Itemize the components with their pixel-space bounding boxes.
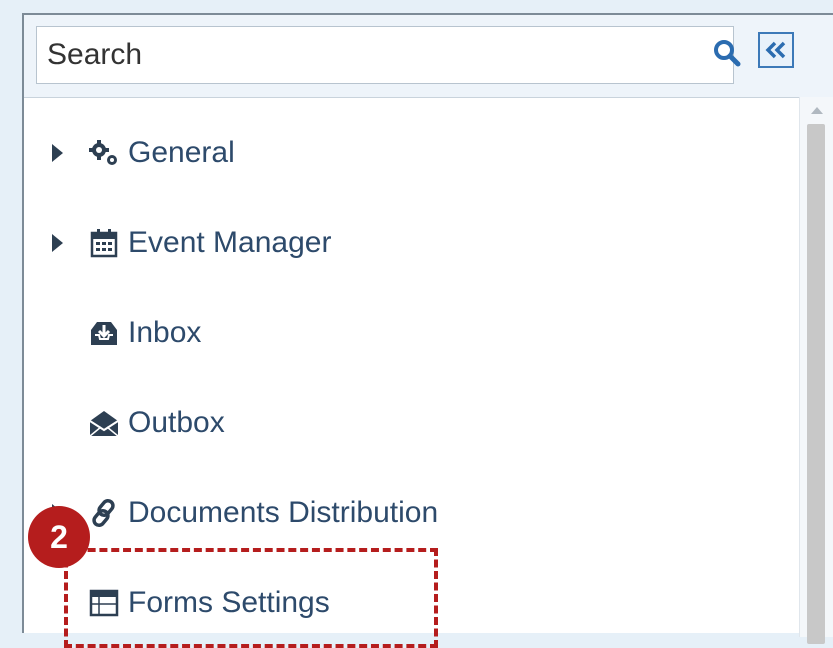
collapse-panel-button[interactable]	[758, 32, 794, 68]
tree-item-label: General	[128, 136, 235, 169]
tree-item-label: Outbox	[128, 406, 225, 439]
search-icon	[714, 40, 741, 67]
gears-icon	[84, 133, 124, 173]
tree-item-label: Documents Distribution	[128, 496, 439, 529]
envelope-open-icon	[84, 403, 124, 443]
tree-item-label: Inbox	[128, 316, 202, 349]
step-badge: 2	[28, 506, 90, 568]
highlight-annotation-box	[64, 548, 438, 648]
search-button[interactable]	[709, 28, 745, 78]
calendar-icon	[84, 223, 124, 263]
search-input[interactable]	[36, 26, 734, 84]
tree-item-label: Event Manager	[128, 226, 332, 259]
tree-item-general[interactable]: General	[24, 123, 784, 183]
link-icon	[84, 493, 124, 533]
navigation-panel: General Event Manager	[22, 13, 833, 644]
expand-caret-icon[interactable]	[52, 144, 63, 162]
search-bar	[24, 15, 833, 98]
inbox-icon	[84, 313, 124, 353]
vertical-scrollbar[interactable]	[799, 97, 833, 644]
tree-item-inbox[interactable]: Inbox	[24, 303, 784, 363]
scroll-thumb[interactable]	[807, 124, 825, 644]
double-chevron-left-icon	[765, 41, 786, 59]
tree-item-event-manager[interactable]: Event Manager	[24, 213, 784, 273]
scroll-up-arrow-icon[interactable]	[811, 107, 823, 114]
expand-caret-icon[interactable]	[52, 234, 63, 252]
tree-item-outbox[interactable]: Outbox	[24, 393, 784, 453]
tree-item-documents-distribution[interactable]: Documents Distribution	[24, 483, 784, 543]
